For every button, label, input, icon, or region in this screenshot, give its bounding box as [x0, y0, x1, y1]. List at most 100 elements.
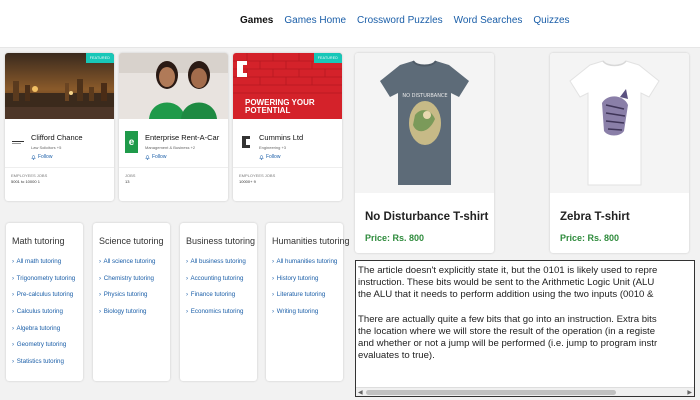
follow-label: Follow	[38, 154, 53, 160]
tutoring-link[interactable]: › All humanities tutoring	[272, 258, 337, 275]
tutoring-link[interactable]: › Algebra tutoring	[12, 325, 75, 342]
tutoring-link[interactable]: › Statistics tutoring	[12, 358, 75, 375]
follow-label: Follow	[152, 154, 167, 160]
follow-button[interactable]: Follow	[259, 154, 280, 160]
nav-quizzes[interactable]: Quizzes	[533, 15, 569, 26]
stats-header: EMPLOYEES JOBS	[11, 173, 48, 178]
stats-values: 5001 to 10000 1	[11, 179, 40, 184]
tutoring-link[interactable]: › Finance tutoring	[186, 291, 246, 308]
chevron-right-icon: ›	[12, 274, 15, 282]
product-image[interactable]: NO DISTURBANCE	[355, 53, 494, 193]
tutoring-link[interactable]: › Chemistry tutoring	[99, 275, 155, 292]
chevron-right-icon: ›	[99, 308, 102, 316]
tutoring-link[interactable]: › History tutoring	[272, 275, 337, 292]
nav-items: Games Games Home Crossword Puzzles Word …	[240, 15, 570, 26]
chevron-right-icon: ›	[186, 258, 189, 265]
tutoring-link[interactable]: › Pre-calculus tutoring	[12, 291, 75, 308]
scrollbar-thumb[interactable]	[366, 390, 616, 395]
tutoring-link[interactable]: › Economics tutoring	[186, 308, 246, 325]
tutoring-title: Math tutoring	[12, 236, 65, 246]
nav-games-home[interactable]: Games Home	[284, 15, 346, 26]
tutoring-links: › All math tutoring › Trigonometry tutor…	[12, 258, 75, 375]
bell-icon	[259, 154, 264, 160]
chevron-right-icon: ›	[12, 358, 15, 366]
card-divider	[233, 167, 342, 168]
chevron-right-icon: ›	[186, 274, 189, 282]
product-image[interactable]	[550, 53, 689, 193]
chevron-right-icon: ›	[99, 258, 102, 265]
article-paragraph: The article doesn't explicitly state it,…	[358, 265, 658, 301]
tutoring-title: Science tutoring	[99, 236, 164, 246]
tshirt-grey-image: NO DISTURBANCE	[355, 53, 494, 193]
humanities-tutoring-box: Humanities tutoring › All humanities tut…	[266, 223, 350, 381]
nav-crossword-puzzles[interactable]: Crossword Puzzles	[357, 15, 443, 26]
product-card-no-disturbance[interactable]: NO DISTURBANCE No Disturbance T-shirt Pr…	[355, 53, 494, 253]
follow-label: Follow	[266, 154, 281, 160]
nav-word-searches[interactable]: Word Searches	[454, 15, 523, 26]
stats-values: 10000+ 9	[239, 179, 256, 184]
product-price: Price: Rs. 800	[560, 233, 620, 243]
bell-icon	[145, 154, 150, 160]
tshirt-white-image	[550, 53, 689, 193]
tutoring-link[interactable]: › Geometry tutoring	[12, 341, 75, 358]
chevron-right-icon: ›	[186, 308, 189, 316]
tutoring-links: › All science tutoring › Chemistry tutor…	[99, 258, 155, 325]
horizontal-scrollbar[interactable]: ◀ ▶	[356, 387, 694, 396]
company-card-enterprise[interactable]: e Enterprise Rent-A-Car Management & Bus…	[119, 53, 228, 201]
tutoring-link[interactable]: › All math tutoring	[12, 258, 75, 275]
science-tutoring-box: Science tutoring › All science tutoring …	[93, 223, 170, 381]
banner-slogan: POWERING YOUR POTENTIAL	[245, 98, 315, 115]
chevron-right-icon: ›	[12, 324, 15, 332]
company-name[interactable]: Enterprise Rent-A-Car	[145, 133, 219, 142]
stats-values: 13	[125, 179, 130, 184]
card-divider	[119, 167, 228, 168]
company-name[interactable]: Cummins Ltd	[259, 133, 303, 142]
product-title[interactable]: Zebra T-shirt	[560, 211, 630, 223]
tutoring-link[interactable]: › Physics tutoring	[99, 291, 155, 308]
nav-games[interactable]: Games	[240, 15, 273, 26]
scroll-left-icon[interactable]: ◀	[358, 389, 363, 396]
chevron-right-icon: ›	[99, 274, 102, 282]
chevron-right-icon: ›	[12, 341, 15, 349]
cummins-logo	[239, 131, 253, 153]
tutoring-links: › All humanities tutoring › History tuto…	[272, 258, 337, 325]
follow-button[interactable]: Follow	[31, 154, 52, 160]
follow-button[interactable]: Follow	[145, 154, 166, 160]
two-women-image	[119, 53, 228, 119]
company-meta: Management & Business +2	[145, 145, 196, 150]
tutoring-title: Business tutoring	[186, 236, 256, 246]
bell-icon	[31, 154, 36, 160]
tutoring-link[interactable]: › Literature tutoring	[272, 291, 337, 308]
chevron-right-icon: ›	[99, 291, 102, 299]
tshirt-print-text: NO DISTURBANCE	[402, 93, 447, 99]
chevron-right-icon: ›	[272, 274, 275, 282]
tutoring-link[interactable]: › All business tutoring	[186, 258, 246, 275]
product-title[interactable]: No Disturbance T-shirt	[365, 211, 488, 223]
chevron-right-icon: ›	[272, 308, 275, 316]
scroll-right-icon[interactable]: ▶	[687, 389, 692, 396]
stats-header: EMPLOYEES JOBS	[239, 173, 276, 178]
chevron-right-icon: ›	[12, 308, 15, 316]
company-meta: Law Solicitors +5	[31, 145, 62, 150]
company-name[interactable]: Clifford Chance	[31, 133, 83, 142]
article-paragraph: There are actually quite a few bits that…	[358, 313, 658, 362]
product-price: Price: Rs. 800	[365, 233, 425, 243]
tutoring-link[interactable]: › All science tutoring	[99, 258, 155, 275]
chevron-right-icon: ›	[272, 291, 275, 299]
tutoring-link[interactable]: › Writing tutoring	[272, 308, 337, 325]
product-card-zebra[interactable]: Zebra T-shirt Price: Rs. 800	[550, 53, 689, 253]
chevron-right-icon: ›	[272, 258, 275, 265]
chevron-right-icon: ›	[12, 291, 15, 299]
company-card-clifford-chance[interactable]: FEATURED Clifford Chance Law Solicitors …	[5, 53, 114, 201]
tutoring-links: › All business tutoring › Accounting tut…	[186, 258, 246, 325]
tutoring-link[interactable]: › Calculus tutoring	[12, 308, 75, 325]
tutoring-link[interactable]: › Accounting tutoring	[186, 275, 246, 292]
tutoring-link[interactable]: › Trigonometry tutoring	[12, 275, 75, 292]
tutoring-link[interactable]: › Biology tutoring	[99, 308, 155, 325]
company-card-cummins[interactable]: POWERING YOUR POTENTIAL FEATURED Cummins…	[233, 53, 342, 201]
company-meta: Engineering +3	[259, 145, 287, 150]
enterprise-logo: e	[125, 131, 138, 153]
article-text-area[interactable]: The article doesn't explicitly state it,…	[355, 260, 695, 397]
chevron-right-icon: ›	[186, 291, 189, 299]
clifford-chance-logo	[11, 131, 25, 153]
